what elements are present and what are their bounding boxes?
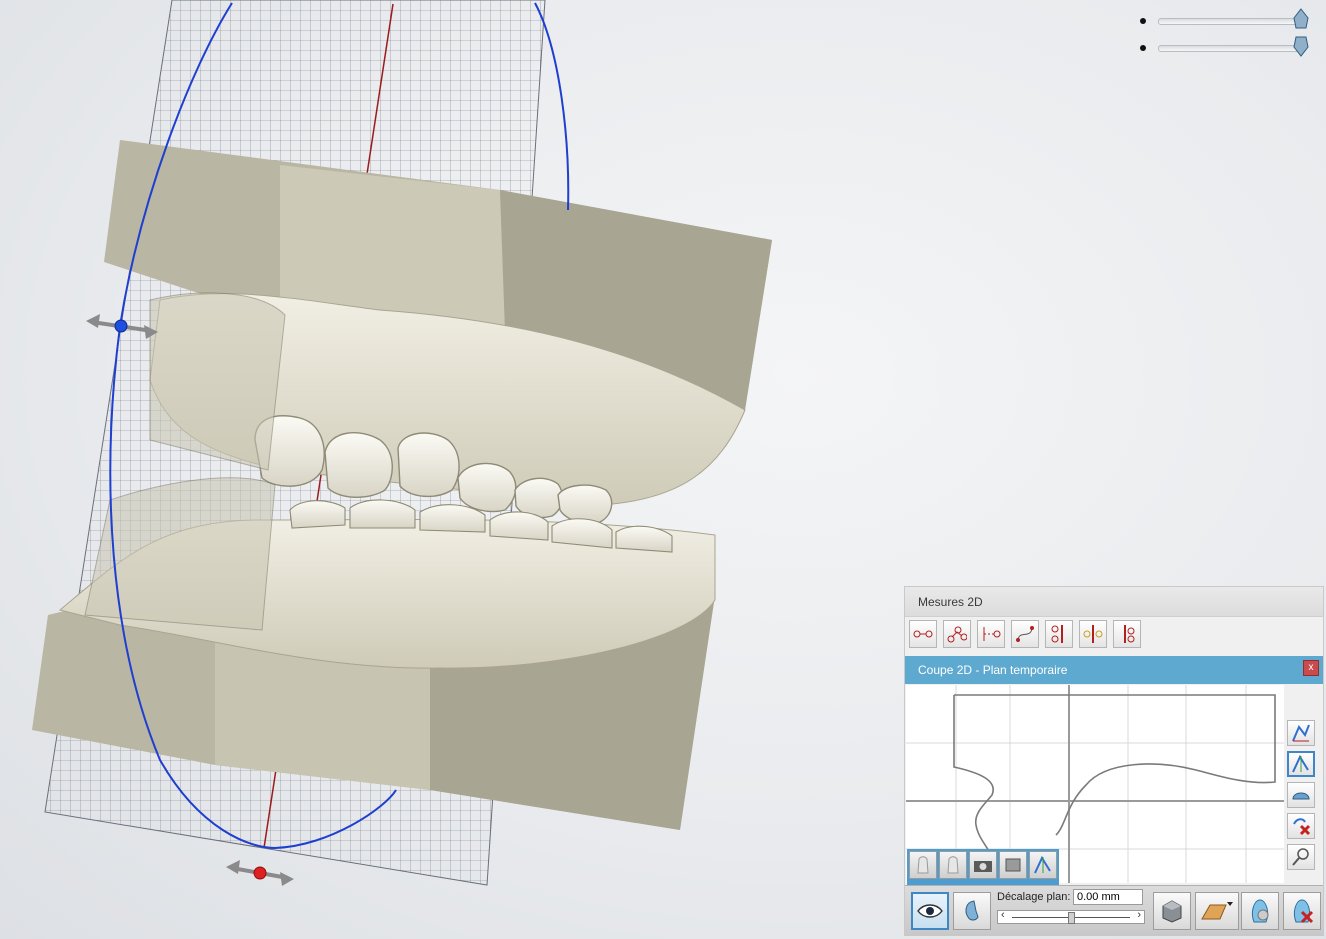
- model-view-icon[interactable]: [1287, 782, 1315, 808]
- section-side-tools: [1287, 720, 1317, 875]
- slider-dot: [1140, 45, 1146, 51]
- camera-icon[interactable]: [969, 851, 997, 879]
- upper-jaw-icon[interactable]: [1292, 8, 1310, 30]
- profile-chart-icon[interactable]: [1287, 720, 1315, 746]
- zoom-icon[interactable]: [1287, 844, 1315, 870]
- eye-icon[interactable]: [911, 892, 949, 930]
- section-bottom-bar: Décalage plan: ‹ ›: [905, 885, 1323, 936]
- line-distance-icon[interactable]: [977, 620, 1005, 648]
- lower-opacity-slider[interactable]: [1140, 36, 1315, 57]
- slider-track[interactable]: [1158, 18, 1300, 25]
- model-stack-icon[interactable]: [999, 851, 1027, 879]
- slider-track[interactable]: [1158, 45, 1300, 52]
- cube-view-icon[interactable]: [1153, 892, 1191, 930]
- offset-slider[interactable]: ‹ ›: [997, 909, 1145, 924]
- slider-thumb[interactable]: [1068, 912, 1075, 924]
- measures-panel: Mesures 2D Coupe 2D - Plan temporaire x: [904, 586, 1324, 936]
- tooth-analysis-icon[interactable]: [1241, 892, 1279, 930]
- close-button[interactable]: x: [1303, 660, 1319, 676]
- point-distance-icon[interactable]: [909, 620, 937, 648]
- offset-label: Décalage plan:: [997, 891, 1071, 903]
- coupe-2d-title: Coupe 2D - Plan temporaire: [905, 656, 1323, 684]
- point-to-point-icon[interactable]: [1113, 620, 1141, 648]
- head-profile-icon[interactable]: [953, 892, 991, 930]
- remove-section-icon[interactable]: [1283, 892, 1321, 930]
- profile-chart-small-icon[interactable]: [1029, 851, 1057, 879]
- section-profile: [953, 694, 1276, 854]
- slider-right-arrow[interactable]: ›: [1137, 909, 1141, 921]
- vertical-distance-icon[interactable]: [1045, 620, 1073, 648]
- plane-distance-icon[interactable]: [1079, 620, 1107, 648]
- profile-grid-icon[interactable]: [1287, 751, 1315, 777]
- lower-jaw-icon[interactable]: [1292, 35, 1310, 57]
- plane-dropdown-icon[interactable]: [1195, 892, 1239, 930]
- slider-left-arrow[interactable]: ‹: [1001, 909, 1005, 921]
- slider-dot: [1140, 18, 1146, 24]
- curve-distance-icon[interactable]: [1011, 620, 1039, 648]
- plane-handle-red[interactable]: [226, 860, 294, 886]
- upper-opacity-slider[interactable]: [1140, 8, 1315, 29]
- measure-toolbar: [909, 620, 1141, 652]
- tooth-right-icon[interactable]: [939, 851, 967, 879]
- mesures-2d-title: Mesures 2D: [905, 587, 1323, 617]
- tooth-left-icon[interactable]: [909, 851, 937, 879]
- angle-icon[interactable]: [943, 620, 971, 648]
- section-thumbnail-row: [907, 849, 1059, 885]
- offset-input[interactable]: [1073, 889, 1143, 905]
- delete-measure-icon[interactable]: [1287, 813, 1315, 839]
